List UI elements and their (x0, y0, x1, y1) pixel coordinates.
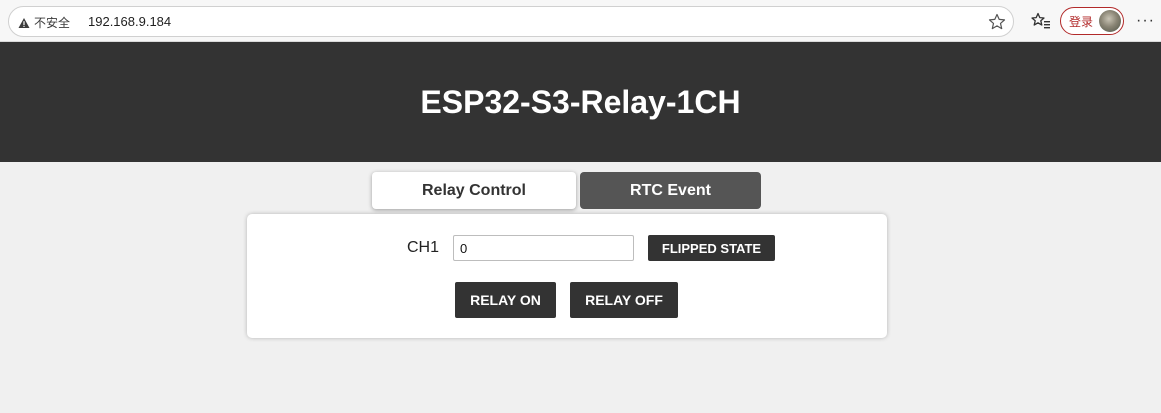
address-bar[interactable]: 不安全 192.168.9.184 (8, 6, 1014, 37)
page-title: ESP32-S3-Relay-1CH (420, 83, 741, 120)
flipped-state-button[interactable]: FLIPPED STATE (648, 235, 775, 261)
security-label: 不安全 (34, 16, 71, 30)
url-text[interactable]: 192.168.9.184 (88, 14, 171, 29)
relay-on-button[interactable]: RELAY ON (455, 282, 556, 318)
security-indicator[interactable]: 不安全 (18, 13, 70, 32)
relay-off-button[interactable]: RELAY OFF (570, 282, 678, 318)
channel-state-input[interactable] (453, 235, 634, 261)
login-label: 登录 (1069, 14, 1094, 29)
channel-label: CH1 (407, 239, 440, 256)
bookmark-star-icon[interactable] (988, 13, 1006, 31)
relay-control-panel: CH1 FLIPPED STATE RELAY ON RELAY OFF (247, 214, 887, 338)
warning-icon (18, 17, 30, 28)
page-header: ESP32-S3-Relay-1CH (0, 42, 1161, 162)
more-menu-icon[interactable]: ··· (1136, 12, 1155, 30)
tab-relay-control[interactable]: Relay Control (372, 172, 576, 209)
avatar (1099, 10, 1121, 32)
browser-toolbar: 不安全 192.168.9.184 登录 ··· (0, 0, 1161, 42)
tab-rtc-event[interactable]: RTC Event (580, 172, 761, 209)
login-button[interactable]: 登录 (1060, 7, 1124, 35)
favorites-icon[interactable] (1031, 12, 1051, 30)
